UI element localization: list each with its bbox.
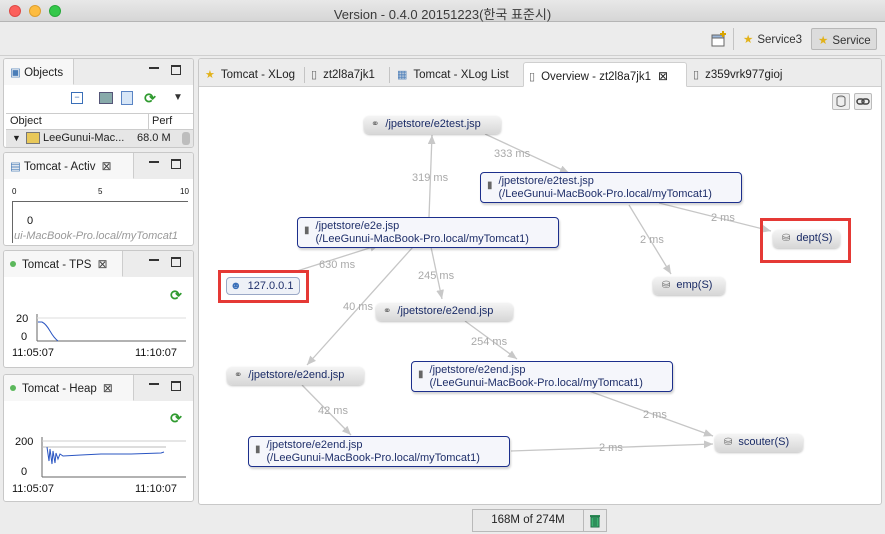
node-e2e-service[interactable]: ▮/jpetstore/e2e.jsp (/LeeGunui-MacBook-Pr…: [297, 217, 559, 248]
tomcat-icon: [26, 132, 40, 144]
edge-label: 2 ms: [599, 442, 623, 454]
bar-chart-icon: ▤: [10, 161, 21, 173]
edge-label: 40 ms: [343, 301, 373, 313]
minimize-view-button[interactable]: [149, 161, 159, 163]
toolbar-separator: [733, 28, 734, 50]
node-e2test-link[interactable]: ⚭/jpetstore/e2test.jsp: [364, 116, 501, 134]
tab-tomcat-heap[interactable]: Tomcat - Heap ⊠: [4, 375, 134, 401]
edge-label: 2 ms: [640, 234, 664, 246]
tab-objects[interactable]: ▣ Objects: [4, 59, 74, 85]
node-e2end-service-b[interactable]: ▮/jpetstore/e2end.jsp (/LeeGunui-MacBook-…: [248, 436, 510, 467]
minimize-view-button[interactable]: [149, 383, 159, 385]
document-icon: ▯: [693, 69, 700, 81]
table-row[interactable]: ▼ LeeGunui-Mac... 68.0 M: [6, 130, 193, 147]
main-toolbar: ★ Service3 ★ Service: [0, 22, 885, 56]
tps-chart: [36, 314, 186, 342]
refresh-icon[interactable]: ⟳: [169, 411, 183, 425]
maximize-view-button[interactable]: [171, 65, 181, 75]
active-axis: [12, 201, 188, 202]
heap-status: 168M of 274M: [473, 510, 584, 531]
close-icon[interactable]: ⊠: [103, 381, 113, 395]
close-icon[interactable]: ⊠: [97, 257, 107, 271]
star-icon: ★: [818, 35, 829, 47]
server-icon: ▮: [487, 180, 493, 191]
column-header-perf[interactable]: Perf: [152, 115, 172, 127]
highlight-box-client: [218, 270, 309, 303]
chevron-down-icon[interactable]: ▼: [173, 92, 183, 103]
tab-tomcat-xlog-list[interactable]: ▦ Tomcat - XLog List: [397, 62, 519, 87]
expand-triangle-icon[interactable]: ▼: [12, 133, 21, 143]
active-count: 0: [27, 215, 34, 227]
perspective-service3[interactable]: ★ Service3: [737, 28, 809, 50]
node-emp-db[interactable]: ⛁ emp(S): [653, 277, 725, 295]
window-title: Version - 0.4.0 20151223(한국 표준시): [333, 7, 552, 22]
highlight-box-dept: [760, 218, 851, 263]
document-icon: ▯: [311, 69, 318, 81]
objects-view: ▣ Objects − ⟳ ▼ Object Perf ▼ LeeGunui-M…: [3, 58, 194, 148]
open-perspective-icon[interactable]: [710, 30, 728, 48]
window-titlebar: Version - 0.4.0 20151223(한국 표준시): [0, 0, 885, 22]
tab-overview-zt2l8a7jk1[interactable]: ▯ Overview - zt2l8a7jk1 ⊠: [523, 62, 687, 87]
edge-label: 630 ms: [319, 259, 356, 271]
tab-tomcat-active[interactable]: ▤ Tomcat - Activ ⊠: [4, 153, 134, 179]
node-e2end-link-b[interactable]: ⚭/jpetstore/e2end.jsp: [227, 367, 364, 385]
edge-label: 254 ms: [471, 336, 508, 348]
edge-label: 2 ms: [711, 212, 735, 224]
objects-icon: ▣: [10, 67, 21, 79]
garbage-collect-icon[interactable]: [589, 513, 601, 528]
server-icon: ▮: [255, 444, 261, 455]
maximize-view-button[interactable]: [171, 257, 181, 267]
document-icon[interactable]: [121, 91, 133, 105]
server-icon: ▮: [304, 225, 310, 236]
node-e2end-service-a[interactable]: ▮/jpetstore/e2end.jsp (/LeeGunui-MacBook-…: [411, 361, 673, 392]
link-icon: ⚭: [383, 306, 392, 317]
editor-tabs: ★ Tomcat - XLog ▯ zt2l8a7jk1 ▦ Tomcat - XLo…: [199, 59, 881, 87]
perspective-service[interactable]: ★ Service: [811, 28, 877, 50]
node-e2end-link-a[interactable]: ⚭/jpetstore/e2end.jsp: [376, 303, 513, 321]
table-icon: ▦: [397, 69, 408, 81]
star-icon: ★: [205, 69, 215, 81]
link-icon: ⚭: [234, 370, 243, 381]
heap-chart: [41, 437, 186, 478]
scrollbar-thumb[interactable]: [182, 132, 190, 145]
objects-table: Object Perf ▼ LeeGunui-Mac... 68.0 M: [6, 113, 193, 147]
node-scouter-db[interactable]: ⛁ scouter(S): [715, 434, 803, 452]
service-map-canvas[interactable]: 333 ms 319 ms 2 ms 2 ms 630 ms 245 ms 40…: [199, 87, 881, 504]
maximize-view-button[interactable]: [171, 159, 181, 169]
edge-label: 319 ms: [412, 172, 449, 184]
tab-tomcat-xlog[interactable]: ★ Tomcat - XLog: [205, 62, 305, 87]
database-icon: ⛁: [724, 437, 733, 448]
tab-tomcat-tps[interactable]: Tomcat - TPS ⊠: [4, 251, 123, 277]
document-icon: ▯: [529, 71, 536, 83]
node-e2test-service[interactable]: ▮/jpetstore/e2test.jsp (/LeeGunui-MacBook…: [480, 172, 742, 203]
database-icon: ⛁: [662, 280, 671, 291]
close-icon[interactable]: ⊠: [658, 69, 668, 83]
status-dot-icon: [10, 261, 16, 267]
close-icon[interactable]: ⊠: [101, 159, 111, 173]
tps-view: Tomcat - TPS ⊠ ⟳ 20 0 11:05:07 11:10:07: [3, 250, 194, 368]
star-icon: ★: [743, 34, 754, 46]
column-header-object[interactable]: Object: [10, 115, 42, 127]
edge-label: 245 ms: [418, 270, 455, 282]
tab-z359vrk977gioj[interactable]: ▯ z359vrk977gioj: [693, 62, 803, 87]
tab-zt2l8a7jk1[interactable]: ▯ zt2l8a7jk1: [311, 62, 389, 87]
minimize-view-button[interactable]: [149, 259, 159, 261]
active-service-view: ▤ Tomcat - Activ ⊠ 0 5 10 0 ui-MacBook-Pr…: [3, 152, 194, 246]
server-icon: ▮: [418, 369, 424, 380]
refresh-icon[interactable]: ⟳: [143, 91, 157, 105]
status-dot-icon: [10, 385, 16, 391]
minimize-view-button[interactable]: [149, 67, 159, 69]
maximize-view-button[interactable]: [171, 381, 181, 391]
editor-area: ★ Tomcat - XLog ▯ zt2l8a7jk1 ▦ Tomcat - XLo…: [198, 58, 882, 505]
active-host: ui-MacBook-Pro.local/myTomcat1: [14, 230, 179, 242]
server-icon[interactable]: [99, 92, 113, 104]
collapse-all-icon[interactable]: −: [71, 92, 83, 104]
edge-label: 42 ms: [318, 405, 348, 417]
edge-label: 2 ms: [643, 409, 667, 421]
link-icon: ⚭: [371, 119, 380, 130]
status-bar: 168M of 274M: [472, 509, 607, 532]
edge-label: 333 ms: [494, 148, 531, 160]
refresh-icon[interactable]: ⟳: [169, 288, 183, 302]
heap-view: Tomcat - Heap ⊠ ⟳ 200 0 11:05:07 11:10:07: [3, 374, 194, 502]
